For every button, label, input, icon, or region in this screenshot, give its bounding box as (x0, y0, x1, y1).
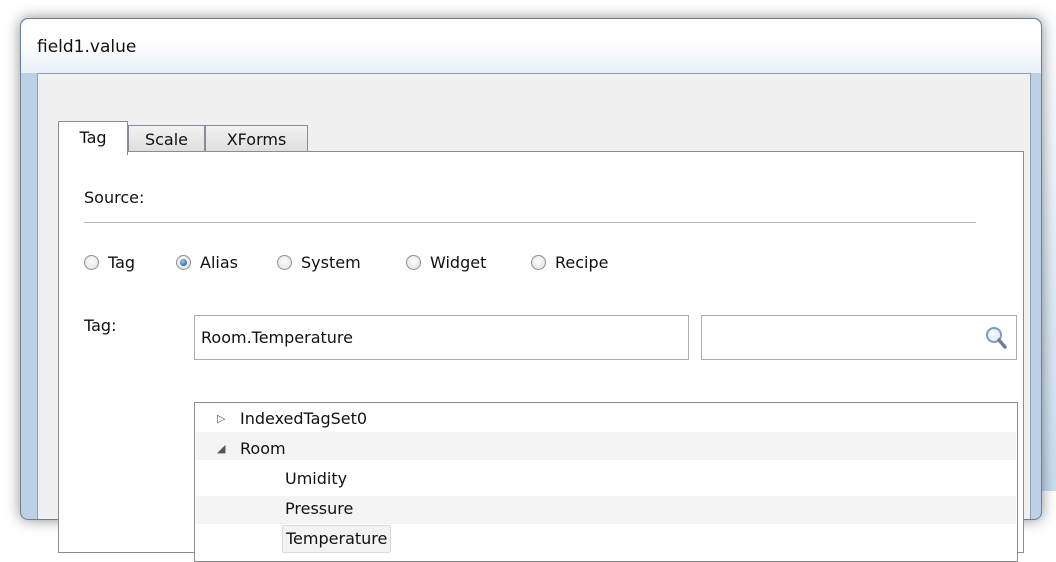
tree-item-room[interactable]: Room (240, 436, 286, 462)
collapse-triangle-icon[interactable]: ◢ (217, 436, 225, 462)
radio-tag[interactable]: Tag (84, 251, 135, 273)
radio-label: System (301, 252, 361, 272)
source-label: Source: (84, 188, 145, 207)
tag-search-input[interactable] (701, 315, 1017, 360)
title-bar[interactable]: field1.value (21, 19, 1041, 73)
radio-label: Alias (200, 252, 238, 272)
radio-label: Widget (430, 252, 487, 272)
window-title: field1.value (37, 37, 137, 57)
tree-item-umidity[interactable]: Umidity (285, 466, 347, 492)
tag-tree[interactable]: ▷ IndexedTagSet0 ◢ Room Umidity Pressure… (194, 402, 1018, 562)
dialog-client-area: Tag Scale XForms Source: Tag Alias Syste… (37, 73, 1031, 562)
radio-label: Recipe (555, 252, 609, 272)
source-separator (84, 222, 976, 223)
magnifier-icon[interactable] (985, 326, 1007, 350)
dialog-window: field1.value Tag Scale XForms Source: Ta… (20, 18, 1042, 562)
expand-triangle-icon[interactable]: ▷ (217, 406, 225, 432)
radio-circle[interactable] (277, 254, 292, 270)
radio-system[interactable]: System (277, 251, 361, 273)
tab-tag[interactable]: Tag (58, 121, 128, 155)
tree-item-temperature[interactable]: Temperature (282, 525, 392, 553)
radio-circle-selected[interactable] (176, 254, 191, 270)
radio-circle[interactable] (84, 254, 99, 270)
tag-field-label: Tag: (84, 316, 117, 335)
radio-label: Tag (108, 252, 136, 272)
tag-tab-panel: Source: Tag Alias System Widget Recipe T… (58, 151, 1024, 562)
tree-item-pressure[interactable]: Pressure (285, 496, 353, 522)
tree-item-indexedtagset0[interactable]: IndexedTagSet0 (240, 406, 367, 432)
tree-row-stripe (196, 432, 1016, 460)
tag-input[interactable]: Room.Temperature (194, 315, 689, 360)
radio-circle[interactable] (406, 254, 421, 270)
radio-recipe[interactable]: Recipe (531, 251, 608, 273)
radio-widget[interactable]: Widget (406, 251, 486, 273)
radio-circle[interactable] (531, 254, 546, 270)
radio-alias[interactable]: Alias (176, 251, 238, 273)
